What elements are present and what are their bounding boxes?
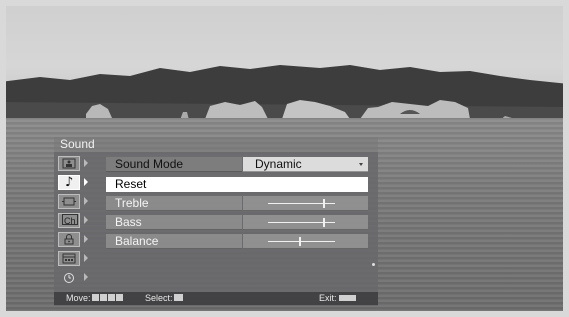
chevron-right-icon: [84, 254, 88, 262]
bass-slider-track: [268, 222, 335, 223]
treble-row[interactable]: Treble: [106, 196, 368, 211]
lock-icon: [58, 232, 80, 247]
menu-body: ♪ Ch Sound Mode Dynamic Reset Treble Bas…: [54, 152, 378, 306]
bass-row[interactable]: Bass: [106, 215, 368, 230]
menu-title: Sound: [54, 137, 378, 152]
sidebar-item-picture[interactable]: [58, 156, 92, 171]
footer-move-hint: Move:: [66, 292, 123, 305]
balance-slider-thumb[interactable]: [299, 237, 302, 246]
bass-slider[interactable]: [243, 215, 368, 230]
channel-icon: Ch: [58, 213, 80, 228]
chevron-down-icon: [359, 163, 363, 166]
treble-label: Treble: [106, 196, 242, 211]
arrow-down-key-icon: [99, 294, 107, 302]
sidebar-item-setup[interactable]: [58, 251, 92, 266]
bass-label: Bass: [106, 215, 242, 230]
enter-key-icon: [173, 294, 183, 302]
footer-move-label: Move:: [66, 293, 91, 303]
balance-label: Balance: [106, 234, 242, 249]
chevron-right-icon: [84, 235, 88, 243]
sidebar-item-timer[interactable]: [58, 270, 92, 285]
sound-mode-value: Dynamic: [255, 157, 302, 171]
balance-slider-track: [268, 241, 335, 242]
arrow-right-key-icon: [115, 294, 123, 302]
picture-icon: [58, 156, 80, 171]
footer-exit-hint: Exit:: [319, 292, 356, 305]
osd-menu: Sound ♪ Ch Sound Mode Dynamic Reset Treb…: [54, 137, 378, 306]
footer-select-hint: Select:: [145, 292, 183, 305]
chevron-right-icon: [84, 178, 88, 186]
sidebar-item-lock[interactable]: [58, 232, 92, 247]
sidebar-item-sound[interactable]: ♪: [58, 175, 92, 190]
sidebar-item-channel[interactable]: Ch: [58, 213, 92, 228]
clock-icon: [58, 270, 80, 285]
balance-slider[interactable]: [243, 234, 368, 249]
menu-sidebar: ♪ Ch: [54, 156, 100, 291]
balance-row[interactable]: Balance: [106, 234, 368, 249]
music-note-glyph: ♪: [65, 175, 74, 190]
menu-key-icon: [338, 294, 356, 301]
chevron-right-icon: [84, 159, 88, 167]
treble-slider-thumb[interactable]: [322, 199, 325, 208]
chevron-right-icon: [84, 197, 88, 205]
reset-row[interactable]: Reset: [106, 177, 368, 192]
bass-slider-thumb[interactable]: [322, 218, 325, 227]
sound-mode-label: Sound Mode: [106, 157, 242, 172]
music-note-icon: ♪: [58, 175, 80, 190]
chevron-right-icon: [84, 273, 88, 281]
scroll-indicator: [372, 263, 375, 266]
channel-glyph: Ch: [62, 214, 78, 226]
treble-slider-track: [268, 203, 335, 204]
footer-select-label: Select:: [145, 293, 173, 303]
screen-icon: [58, 194, 80, 209]
menu-footer: Move: Select: Exit:: [54, 292, 378, 305]
setup-icon: [58, 251, 80, 266]
arrow-up-key-icon: [91, 294, 99, 302]
sound-mode-row[interactable]: Sound Mode Dynamic: [106, 157, 368, 172]
reset-label: Reset: [115, 177, 147, 191]
arrow-left-key-icon: [107, 294, 115, 302]
chevron-right-icon: [84, 216, 88, 224]
sidebar-item-screen[interactable]: [58, 194, 92, 209]
sound-mode-dropdown[interactable]: Dynamic: [243, 157, 368, 172]
treble-slider[interactable]: [243, 196, 368, 211]
footer-exit-label: Exit:: [319, 293, 337, 303]
